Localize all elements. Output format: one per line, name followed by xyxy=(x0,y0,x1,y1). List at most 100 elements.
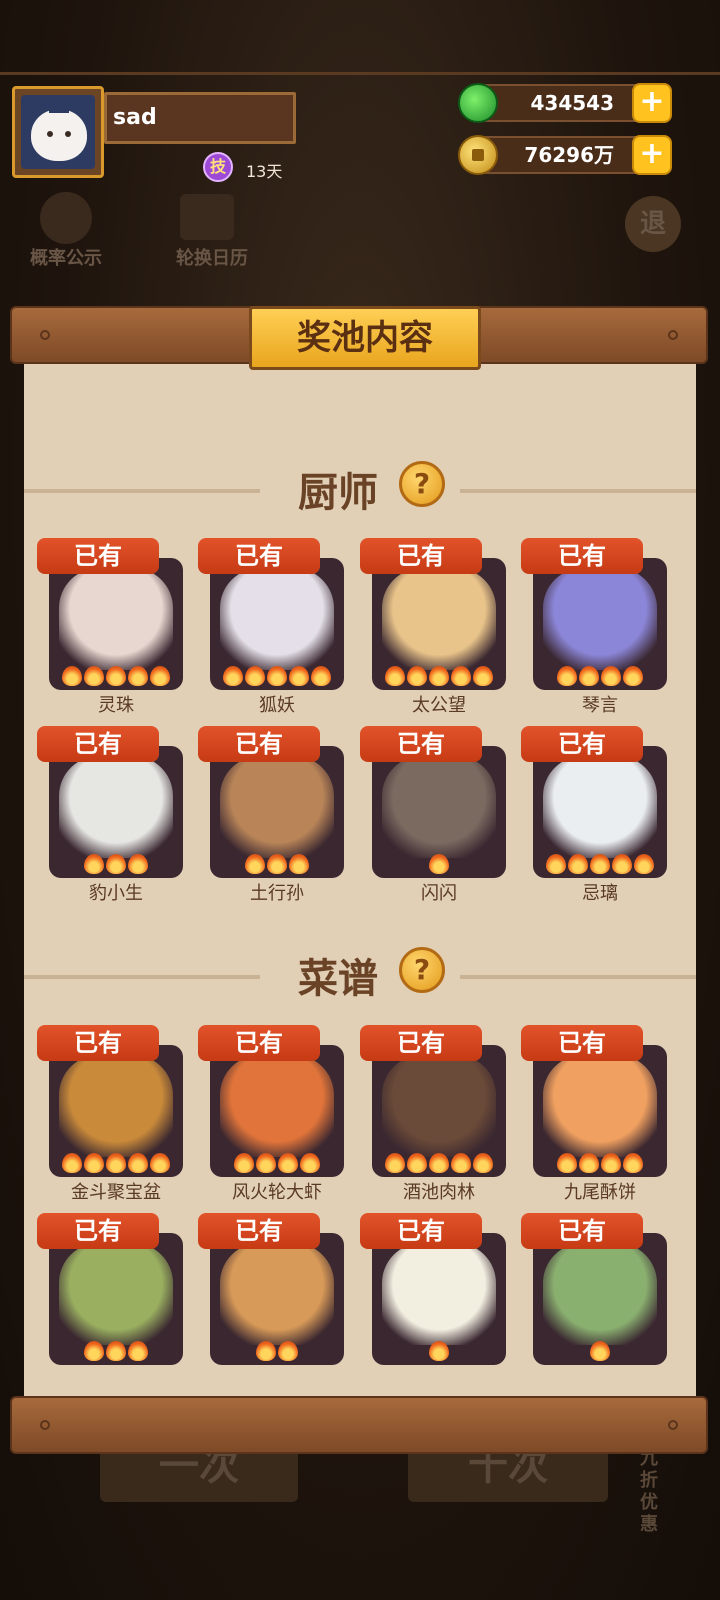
owned-badge: 已有 xyxy=(360,726,482,762)
flame-icon xyxy=(278,1341,298,1361)
flame-icon xyxy=(311,666,331,686)
flame-icon xyxy=(451,666,471,686)
recipe-portrait xyxy=(59,1243,173,1345)
chef-portrait xyxy=(220,756,334,858)
flame-icon xyxy=(128,1153,148,1173)
recipe-portrait xyxy=(543,1055,657,1157)
owned-badge: 已有 xyxy=(198,1025,320,1061)
flame-icon xyxy=(84,1153,104,1173)
hat-icon xyxy=(49,97,69,113)
flame-icon xyxy=(150,666,170,686)
flame-icon xyxy=(557,1153,577,1173)
chef-portrait xyxy=(220,568,334,670)
flame-icon xyxy=(579,1153,599,1173)
flame-icon xyxy=(84,854,104,874)
flame-icon xyxy=(84,666,104,686)
flame-icon xyxy=(451,1153,471,1173)
flame-icon xyxy=(106,1153,126,1173)
section-divider xyxy=(460,975,696,979)
owned-badge: 已有 xyxy=(37,1213,159,1249)
flame-icon xyxy=(429,666,449,686)
flame-icon xyxy=(62,666,82,686)
recipe-portrait xyxy=(220,1055,334,1157)
avatar-image xyxy=(21,95,95,169)
flame-icon xyxy=(289,666,309,686)
recipe-portrait xyxy=(59,1055,173,1157)
flame-icon xyxy=(557,666,577,686)
flame-icon xyxy=(289,854,309,874)
owned-badge: 已有 xyxy=(198,538,320,574)
flame-icon xyxy=(84,1341,104,1361)
probability-button[interactable]: 概率公示 xyxy=(14,244,118,270)
flame-icon xyxy=(128,666,148,686)
flame-icon xyxy=(62,1153,82,1173)
exit-button[interactable]: 退 xyxy=(625,196,681,252)
section-divider xyxy=(24,975,260,979)
coin-balance: 76296万 xyxy=(524,143,614,167)
flame-icon xyxy=(429,1153,449,1173)
section-divider xyxy=(460,489,696,493)
recipe-portrait xyxy=(220,1243,334,1345)
add-jade-button[interactable]: + xyxy=(632,83,672,123)
flame-icon xyxy=(256,1341,276,1361)
chef-name: 土行孙 xyxy=(250,883,304,904)
rarity-flames xyxy=(84,854,148,874)
flame-icon xyxy=(267,666,287,686)
jade-icon xyxy=(458,83,498,123)
recipes-help-icon[interactable]: ? xyxy=(399,947,445,993)
rarity-flames xyxy=(546,854,654,874)
flame-icon xyxy=(601,1153,621,1173)
chef-name: 琴言 xyxy=(582,695,618,716)
discount-tag: 九折优惠 xyxy=(640,1448,658,1535)
rarity-flames xyxy=(429,854,449,874)
flame-icon xyxy=(128,1341,148,1361)
chef-portrait xyxy=(59,568,173,670)
flame-icon xyxy=(407,1153,427,1173)
cat-avatar-icon xyxy=(31,109,87,161)
panel-title: 奖池内容 xyxy=(249,306,481,370)
calendar-button[interactable]: 轮换日历 xyxy=(160,244,264,270)
flame-icon xyxy=(546,854,566,874)
flame-icon xyxy=(623,1153,643,1173)
coin-icon xyxy=(458,135,498,175)
skill-badge-icon[interactable]: 技 xyxy=(203,152,233,182)
flame-icon xyxy=(385,1153,405,1173)
owned-badge: 已有 xyxy=(37,1025,159,1061)
owned-badge: 已有 xyxy=(37,538,159,574)
avatar[interactable] xyxy=(12,86,104,178)
rarity-flames xyxy=(62,666,170,686)
add-coin-button[interactable]: + xyxy=(632,135,672,175)
flame-icon xyxy=(429,1341,449,1361)
flame-icon xyxy=(278,1153,298,1173)
owned-badge: 已有 xyxy=(521,538,643,574)
jade-balance: 434543 xyxy=(530,91,615,115)
flame-icon xyxy=(473,1153,493,1173)
recipe-name: 风火轮大虾 xyxy=(232,1182,322,1203)
recipe-name: 酒池肉林 xyxy=(403,1182,475,1203)
recipe-name: 九尾酥饼 xyxy=(564,1182,636,1203)
chef-name: 狐妖 xyxy=(259,695,295,716)
flame-icon xyxy=(429,854,449,874)
flame-icon xyxy=(223,666,243,686)
rarity-flames xyxy=(590,1341,610,1361)
flame-icon xyxy=(256,1153,276,1173)
rarity-flames xyxy=(62,1153,170,1173)
rarity-flames xyxy=(256,1341,298,1361)
player-name[interactable]: sad xyxy=(104,92,296,144)
chef-name: 灵珠 xyxy=(98,695,134,716)
chef-name: 豹小生 xyxy=(89,883,143,904)
flame-icon xyxy=(106,854,126,874)
flame-icon xyxy=(385,666,405,686)
section-divider xyxy=(24,489,260,493)
flame-icon xyxy=(568,854,588,874)
chef-portrait xyxy=(543,568,657,670)
recipes-section-title: 菜谱 xyxy=(298,956,378,1002)
flame-icon xyxy=(245,666,265,686)
flame-icon xyxy=(106,1341,126,1361)
chef-name: 忌璃 xyxy=(582,883,618,904)
flame-icon xyxy=(590,1341,610,1361)
chef-portrait xyxy=(382,568,496,670)
top-bar-divider xyxy=(0,72,720,75)
owned-badge: 已有 xyxy=(360,538,482,574)
chefs-help-icon[interactable]: ? xyxy=(399,461,445,507)
